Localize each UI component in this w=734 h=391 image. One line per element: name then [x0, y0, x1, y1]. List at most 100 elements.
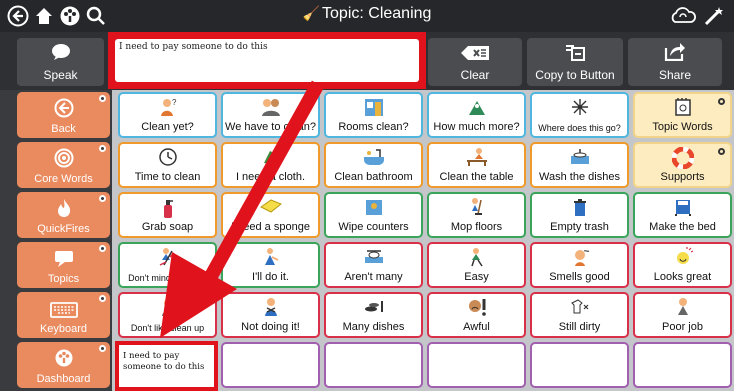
button-label: Don't like clean up [130, 323, 205, 333]
mop-icon [466, 197, 488, 220]
button-time-to-clean[interactable]: Time to clean [118, 142, 217, 188]
top-bar: 🧹 Topic: Cleaning [0, 0, 734, 32]
person-asking-icon: ? [157, 97, 179, 120]
button-label: Topic Words [652, 121, 713, 133]
counter-icon [363, 197, 385, 220]
topics-button[interactable]: Topics [17, 242, 110, 288]
share-button[interactable]: Share [628, 38, 722, 86]
edit-wand-icon[interactable] [702, 4, 726, 28]
stacked-dishes-icon [362, 297, 386, 318]
button-rooms-clean[interactable]: Rooms clean? [324, 92, 423, 138]
button-mop-floors[interactable]: Mop floors [427, 192, 526, 238]
quickfires-button[interactable]: QuickFires [17, 192, 110, 238]
button-how-much-more[interactable]: How much more? [427, 92, 526, 138]
button-easy[interactable]: Easy [427, 242, 526, 288]
folder-dot-icon [99, 145, 106, 152]
button-label: I need a cloth. [235, 171, 306, 183]
clear-button[interactable]: Clear [428, 38, 522, 86]
side-navigation: Back Core Words QuickFires Topics Keyboa… [0, 90, 112, 391]
new-button-highlight[interactable]: I need to pay someone to do this [115, 341, 218, 391]
button-where-does-this-go[interactable]: Where does this go? [530, 92, 629, 138]
button-dont-mind-cleaning[interactable]: Don't mind cleaning [118, 242, 217, 288]
button-label: Looks great [653, 271, 712, 283]
topics-label: Topics [47, 273, 80, 285]
person-wiping-table-icon [465, 147, 489, 170]
empty-button[interactable] [221, 342, 320, 388]
button-label: Smells good [549, 271, 610, 283]
button-not-doing-it[interactable]: Not doing it! [221, 292, 320, 338]
soap-bottle-icon [161, 197, 175, 222]
folder-dot-icon [718, 148, 725, 155]
bed-icon [672, 197, 694, 220]
core-words-button[interactable]: Core Words [17, 142, 110, 188]
button-label: Mop floors [450, 221, 503, 233]
message-text[interactable]: I need to pay someone to do this [115, 39, 419, 82]
back-arrow-icon [54, 98, 74, 121]
empty-button[interactable] [427, 342, 526, 388]
message-window[interactable]: I need to pay someone to do this [108, 32, 426, 89]
button-label: Don't mind cleaning [128, 273, 207, 283]
keyboard-button[interactable]: Keyboard [17, 292, 110, 338]
dashboard-button[interactable]: Dashboard [17, 342, 110, 388]
button-i-need-a-cloth[interactable]: I need a cloth. [221, 142, 320, 188]
button-smells-good[interactable]: Smells good [530, 242, 629, 288]
quickfires-label: QuickFires [37, 223, 90, 235]
button-label: Wash the dishes [539, 171, 620, 183]
button-label: Wipe counters [338, 221, 409, 233]
button-ill-do-it[interactable]: I'll do it. [221, 242, 320, 288]
empty-button[interactable] [633, 342, 732, 388]
target-icon [54, 148, 74, 171]
button-topic-words[interactable]: Topic Words [633, 92, 732, 138]
speak-button[interactable]: Speak [17, 38, 104, 86]
button-poor-job[interactable]: Poor job [633, 292, 732, 338]
button-label: Not doing it! [241, 321, 300, 333]
button-we-have-to-clean[interactable]: We have to clean? [221, 92, 320, 138]
person-pointing-icon [260, 247, 282, 270]
button-clean-the-table[interactable]: Clean the table [427, 142, 526, 188]
button-label: Awful [463, 321, 490, 333]
notepad-icon [673, 97, 693, 120]
speech-bubble-icon [53, 250, 75, 271]
button-still-dirty[interactable]: Still dirty [530, 292, 629, 338]
dish-rack-icon [362, 247, 386, 270]
copy-to-button[interactable]: Copy to Button [527, 38, 623, 86]
button-i-need-a-sponge[interactable]: I need a sponge [221, 192, 320, 238]
sync-icon[interactable] [668, 4, 698, 28]
button-clean-yet[interactable]: ? Clean yet? [118, 92, 217, 138]
copy-label: Copy to Button [535, 68, 615, 82]
button-clean-bathroom[interactable]: Clean bathroom [324, 142, 423, 188]
button-grab-soap[interactable]: Grab soap [118, 192, 217, 238]
button-empty-trash[interactable]: Empty trash [530, 192, 629, 238]
empty-button[interactable] [530, 342, 629, 388]
button-looks-great[interactable]: Looks great [633, 242, 732, 288]
back-button[interactable]: Back [17, 92, 110, 138]
button-label: Where does this go? [538, 123, 621, 133]
button-label: Grab soap [141, 221, 194, 233]
button-arent-many[interactable]: Aren't many [324, 242, 423, 288]
button-label: I need a sponge [231, 221, 310, 233]
folder-dot-icon [99, 295, 106, 302]
backspace-icon [460, 45, 490, 64]
empty-button[interactable] [324, 342, 423, 388]
button-label: Many dishes [342, 321, 405, 333]
button-label: Aren't many [344, 271, 403, 283]
button-label: Supports [660, 171, 705, 183]
button-many-dishes[interactable]: Many dishes [324, 292, 423, 338]
sink-dishes-icon [568, 147, 592, 170]
smelling-icon [569, 247, 591, 270]
button-wash-the-dishes[interactable]: Wash the dishes [530, 142, 629, 188]
speech-bubble-icon [50, 43, 72, 64]
share-label: Share [658, 68, 692, 82]
button-make-the-bed[interactable]: Make the bed [633, 192, 732, 238]
button-wipe-counters[interactable]: Wipe counters [324, 192, 423, 238]
clock-icon [158, 147, 178, 170]
folder-dot-icon [99, 195, 106, 202]
person-refusing-icon [260, 297, 282, 320]
button-supports[interactable]: Supports [633, 142, 732, 188]
button-awful[interactable]: Awful [427, 292, 526, 338]
dashboard-icon [54, 348, 74, 371]
folder-dot-icon [99, 95, 106, 102]
button-dont-like-clean-up[interactable]: Don't like clean up [118, 292, 217, 338]
upset-face-icon [465, 297, 489, 320]
dirty-clothes-icon [568, 297, 592, 320]
